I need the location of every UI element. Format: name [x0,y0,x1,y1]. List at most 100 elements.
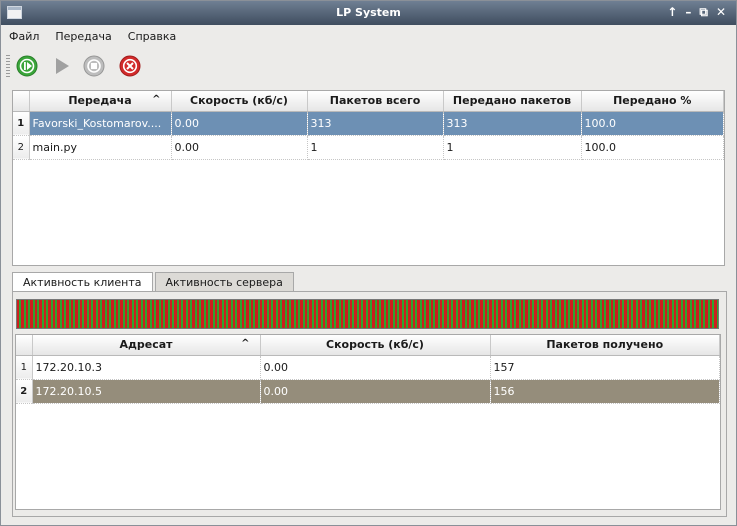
activity-stripe [278,300,280,328]
sort-asc-icon: ^ [241,338,250,349]
start-transfer-icon [16,55,38,77]
cell-speed[interactable]: 0.00 [260,379,491,404]
activity-stripe [307,300,309,328]
column-header-packets-received[interactable]: Пакетов получено [490,335,720,356]
activity-stripe [181,300,183,328]
activity-stripe [413,300,415,328]
table-row[interactable]: 1 172.20.10.3 0.00 157 [16,355,720,380]
activity-stripe [629,300,631,328]
cell-transfer-name[interactable]: Favorski_Kostomarov.... [29,111,172,136]
activity-stripe [444,300,447,328]
column-header-packets-sent[interactable]: Передано пакетов [443,91,582,112]
activity-stripe [267,300,269,328]
activity-stripe [467,300,469,328]
activity-stripe [332,300,334,328]
row-number[interactable]: 1 [16,355,33,380]
activity-stripe [604,300,606,328]
stop-button[interactable] [83,55,105,77]
cell-percent-sent[interactable]: 100.0 [581,111,724,136]
table-row[interactable]: 1 Favorski_Kostomarov.... 0.00 313 313 1… [13,111,724,136]
activity-stripe [492,300,494,328]
row-number[interactable]: 1 [13,111,30,136]
activity-stripe [357,300,359,328]
cell-packets-sent[interactable]: 313 [443,111,582,136]
activity-stripe [291,300,294,328]
close-icon[interactable]: ✕ [716,5,726,20]
cell-percent-sent[interactable]: 100.0 [581,135,724,160]
activity-stripe [582,300,584,328]
activity-stripe [660,300,663,328]
play-button[interactable] [51,55,73,77]
cell-speed[interactable]: 0.00 [171,111,308,136]
menu-file[interactable]: Файл [1,27,47,47]
tab-client-activity[interactable]: Активность клиента [12,272,153,293]
activity-stripe [156,300,159,328]
activity-stripe [168,300,170,328]
activity-stripe [438,300,440,328]
activity-stripe [514,300,516,328]
activity-stripe [222,300,224,328]
activity-stripe [485,300,487,328]
activity-stripe [548,300,550,328]
cell-address[interactable]: 172.20.10.5 [32,379,261,404]
activity-stripe [516,300,519,328]
title-bar[interactable]: LP System ↑ – ⧉ ✕ [1,1,736,25]
column-header-speed[interactable]: Скорость (кб/с) [171,91,308,112]
row-number[interactable]: 2 [16,379,33,404]
cancel-button[interactable] [119,55,141,77]
activity-stripe [597,300,600,328]
activity-stripe [676,300,678,328]
cell-packets-received[interactable]: 156 [490,379,720,404]
activity-stripe [501,300,503,328]
tab-server-activity[interactable]: Активность сервера [154,272,294,292]
maximize-icon[interactable]: ⧉ [699,5,708,20]
toolbar-grip[interactable] [6,55,10,77]
column-header-packets-total[interactable]: Пакетов всего [307,91,444,112]
cell-transfer-name[interactable]: main.py [29,135,172,160]
activity-stripe [411,300,413,328]
activity-stripe [674,300,676,328]
pin-up-icon[interactable]: ↑ [667,5,677,20]
activity-stripe [141,300,143,328]
activity-stripe [651,300,654,328]
activity-stripe [588,300,591,328]
activity-stripe [138,300,141,328]
activity-stripe [435,300,438,328]
activity-stripe [246,300,249,328]
activity-stripe [228,300,231,328]
activity-stripe [694,300,696,328]
cell-speed[interactable]: 0.00 [171,135,308,160]
menu-help[interactable]: Справка [120,27,184,47]
activity-stripe [224,300,226,328]
activity-stripe [663,300,665,328]
cell-speed[interactable]: 0.00 [260,355,491,380]
activity-stripe [494,300,496,328]
table-row[interactable]: 2 172.20.10.5 0.00 156 [16,379,720,404]
activity-stripe [476,300,478,328]
cell-address[interactable]: 172.20.10.3 [32,355,261,380]
row-number[interactable]: 2 [13,135,30,160]
minimize-icon[interactable]: – [685,5,691,20]
table-row[interactable]: 2 main.py 0.00 1 1 100.0 [13,135,724,160]
activity-stripe [525,300,528,328]
cell-packets-total[interactable]: 313 [307,111,444,136]
column-header-address[interactable]: Адресат ^ [32,335,261,356]
start-transfer-button[interactable] [16,55,38,77]
activity-stripe [186,300,188,328]
activity-stripe [55,300,57,328]
activity-bar [16,299,719,329]
activity-stripe [237,300,240,328]
activity-stripe [658,300,660,328]
cell-packets-received[interactable]: 157 [490,355,720,380]
menu-transfer[interactable]: Передача [47,27,119,47]
activity-stripe [42,300,44,328]
column-header-transfer[interactable]: Передача ^ [29,91,172,112]
activity-stripe [195,300,197,328]
cell-packets-sent[interactable]: 1 [443,135,582,160]
cell-packets-total[interactable]: 1 [307,135,444,160]
activity-stripe [381,300,384,328]
cancel-icon [119,55,141,77]
activity-stripe [591,300,593,328]
column-header-speed[interactable]: Скорость (кб/с) [260,335,491,356]
column-header-percent-sent[interactable]: Передано % [581,91,724,112]
